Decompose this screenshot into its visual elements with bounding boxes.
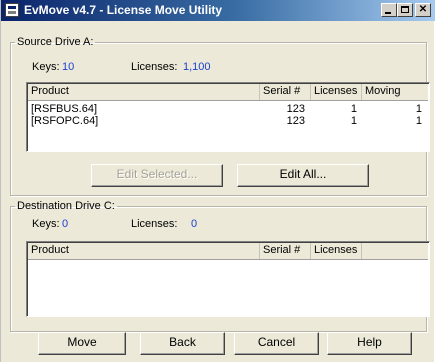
- title-bar[interactable]: EvMove v4.7 - License Move Utility ✕: [1, 0, 435, 21]
- close-button[interactable]: ✕: [415, 3, 431, 17]
- destination-list-header: Product Serial # Licenses: [28, 243, 428, 260]
- edit-selected-button[interactable]: Edit Selected...: [91, 164, 223, 187]
- row-product: [RSFOPC.64]: [31, 115, 99, 127]
- source-licenses-label: Licenses:: [131, 61, 178, 73]
- column-header-serial[interactable]: Serial #: [260, 84, 311, 100]
- row-moving: 1: [415, 115, 422, 127]
- row-product: [RSFBUS.64]: [31, 103, 98, 115]
- cancel-button[interactable]: Cancel: [234, 332, 319, 355]
- destination-product-list[interactable]: Product Serial # Licenses: [26, 241, 430, 317]
- move-button[interactable]: Move: [38, 332, 126, 355]
- column-header-licenses[interactable]: Licenses: [311, 84, 362, 100]
- row-serial: 123: [286, 115, 305, 127]
- destination-drive-label: Destination Drive C:: [17, 200, 115, 212]
- source-drive-label: Source Drive A:: [17, 36, 94, 48]
- destination-keys-label: Keys:: [32, 218, 60, 230]
- minimize-icon: [385, 12, 391, 14]
- help-button[interactable]: Help: [327, 332, 412, 355]
- license-move-window: EvMove v4.7 - License Move Utility ✕ Sou…: [0, 0, 435, 362]
- minimize-button[interactable]: [381, 3, 397, 17]
- row-serial: 123: [286, 103, 305, 115]
- source-product-list[interactable]: Product Serial # Licenses Moving [RSFBUS…: [26, 82, 430, 152]
- destination-licenses-label: Licenses:: [131, 218, 178, 230]
- destination-licenses-value: 0: [191, 218, 198, 230]
- column-header-product[interactable]: Product: [28, 243, 260, 259]
- maximize-icon: [401, 6, 409, 13]
- column-header-serial[interactable]: Serial #: [260, 243, 311, 259]
- back-button[interactable]: Back: [140, 332, 225, 355]
- app-icon: [5, 3, 19, 17]
- column-header-moving[interactable]: Moving: [362, 84, 430, 100]
- source-keys-value: 10: [62, 61, 75, 73]
- source-licenses-value: 1,100: [183, 61, 211, 73]
- column-header-licenses[interactable]: Licenses: [311, 243, 362, 259]
- row-licenses: 1: [350, 115, 357, 127]
- row-moving: 1: [415, 103, 422, 115]
- column-header-product[interactable]: Product: [28, 84, 260, 100]
- maximize-button[interactable]: [397, 3, 413, 17]
- destination-keys-value: 0: [62, 218, 69, 230]
- row-licenses: 1: [350, 103, 357, 115]
- source-list-header: Product Serial # Licenses Moving: [28, 84, 428, 101]
- window-title: EvMove v4.7 - License Move Utility: [24, 3, 223, 17]
- close-icon: ✕: [418, 4, 428, 15]
- source-keys-label: Keys:: [32, 61, 60, 73]
- edit-all-button[interactable]: Edit All...: [237, 164, 369, 187]
